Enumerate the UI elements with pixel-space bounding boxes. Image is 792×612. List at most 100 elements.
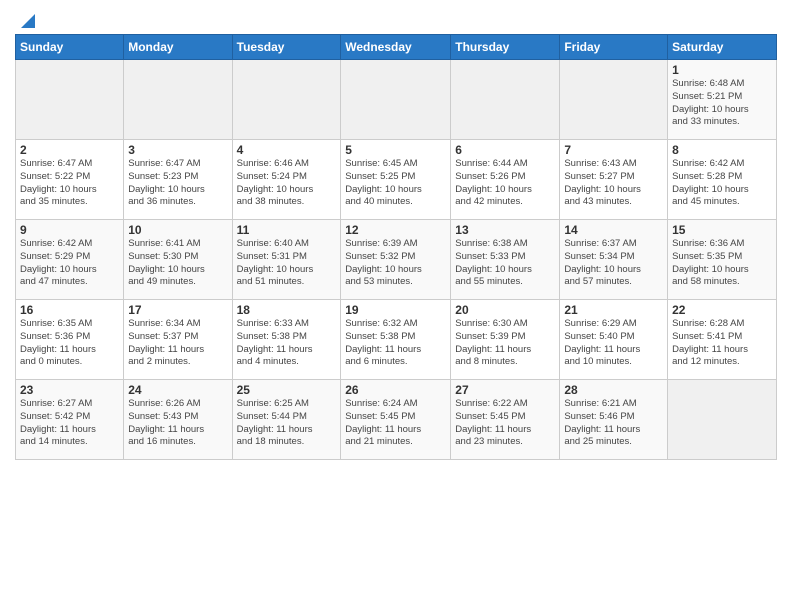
day-info: Sunrise: 6:47 AM Sunset: 5:22 PM Dayligh… [20, 158, 119, 209]
header [15, 10, 777, 30]
day-info: Sunrise: 6:26 AM Sunset: 5:43 PM Dayligh… [128, 398, 227, 449]
day-info: Sunrise: 6:32 AM Sunset: 5:38 PM Dayligh… [345, 318, 446, 369]
day-info: Sunrise: 6:45 AM Sunset: 5:25 PM Dayligh… [345, 158, 446, 209]
day-number: 15 [672, 223, 772, 237]
calendar-cell: 7Sunrise: 6:43 AM Sunset: 5:27 PM Daylig… [560, 140, 668, 220]
day-info: Sunrise: 6:34 AM Sunset: 5:37 PM Dayligh… [128, 318, 227, 369]
day-info: Sunrise: 6:44 AM Sunset: 5:26 PM Dayligh… [455, 158, 555, 209]
day-number: 17 [128, 303, 227, 317]
calendar-cell: 15Sunrise: 6:36 AM Sunset: 5:35 PM Dayli… [668, 220, 777, 300]
weekday-header-thursday: Thursday [451, 35, 560, 60]
calendar-cell: 22Sunrise: 6:28 AM Sunset: 5:41 PM Dayli… [668, 300, 777, 380]
day-number: 6 [455, 143, 555, 157]
day-info: Sunrise: 6:39 AM Sunset: 5:32 PM Dayligh… [345, 238, 446, 289]
day-number: 26 [345, 383, 446, 397]
day-info: Sunrise: 6:24 AM Sunset: 5:45 PM Dayligh… [345, 398, 446, 449]
calendar-cell: 21Sunrise: 6:29 AM Sunset: 5:40 PM Dayli… [560, 300, 668, 380]
calendar-cell: 1Sunrise: 6:48 AM Sunset: 5:21 PM Daylig… [668, 60, 777, 140]
calendar-cell: 2Sunrise: 6:47 AM Sunset: 5:22 PM Daylig… [16, 140, 124, 220]
calendar-cell [560, 60, 668, 140]
calendar-cell: 24Sunrise: 6:26 AM Sunset: 5:43 PM Dayli… [124, 380, 232, 460]
calendar-cell: 23Sunrise: 6:27 AM Sunset: 5:42 PM Dayli… [16, 380, 124, 460]
day-number: 11 [237, 223, 337, 237]
calendar-cell: 3Sunrise: 6:47 AM Sunset: 5:23 PM Daylig… [124, 140, 232, 220]
day-number: 23 [20, 383, 119, 397]
calendar-cell: 20Sunrise: 6:30 AM Sunset: 5:39 PM Dayli… [451, 300, 560, 380]
day-info: Sunrise: 6:27 AM Sunset: 5:42 PM Dayligh… [20, 398, 119, 449]
day-info: Sunrise: 6:30 AM Sunset: 5:39 PM Dayligh… [455, 318, 555, 369]
day-info: Sunrise: 6:22 AM Sunset: 5:45 PM Dayligh… [455, 398, 555, 449]
weekday-header-friday: Friday [560, 35, 668, 60]
week-row-3: 9Sunrise: 6:42 AM Sunset: 5:29 PM Daylig… [16, 220, 777, 300]
calendar-cell [232, 60, 341, 140]
calendar-page: SundayMondayTuesdayWednesdayThursdayFrid… [0, 0, 792, 470]
calendar-cell: 25Sunrise: 6:25 AM Sunset: 5:44 PM Dayli… [232, 380, 341, 460]
calendar-cell: 13Sunrise: 6:38 AM Sunset: 5:33 PM Dayli… [451, 220, 560, 300]
calendar-cell [668, 380, 777, 460]
day-info: Sunrise: 6:48 AM Sunset: 5:21 PM Dayligh… [672, 78, 772, 129]
day-number: 20 [455, 303, 555, 317]
day-info: Sunrise: 6:43 AM Sunset: 5:27 PM Dayligh… [564, 158, 663, 209]
day-info: Sunrise: 6:40 AM Sunset: 5:31 PM Dayligh… [237, 238, 337, 289]
day-number: 14 [564, 223, 663, 237]
calendar-cell: 4Sunrise: 6:46 AM Sunset: 5:24 PM Daylig… [232, 140, 341, 220]
week-row-1: 1Sunrise: 6:48 AM Sunset: 5:21 PM Daylig… [16, 60, 777, 140]
day-number: 28 [564, 383, 663, 397]
day-info: Sunrise: 6:33 AM Sunset: 5:38 PM Dayligh… [237, 318, 337, 369]
day-number: 12 [345, 223, 446, 237]
day-number: 7 [564, 143, 663, 157]
day-info: Sunrise: 6:37 AM Sunset: 5:34 PM Dayligh… [564, 238, 663, 289]
day-number: 4 [237, 143, 337, 157]
calendar-cell: 18Sunrise: 6:33 AM Sunset: 5:38 PM Dayli… [232, 300, 341, 380]
day-number: 16 [20, 303, 119, 317]
day-info: Sunrise: 6:25 AM Sunset: 5:44 PM Dayligh… [237, 398, 337, 449]
calendar-cell [451, 60, 560, 140]
day-info: Sunrise: 6:36 AM Sunset: 5:35 PM Dayligh… [672, 238, 772, 289]
week-row-4: 16Sunrise: 6:35 AM Sunset: 5:36 PM Dayli… [16, 300, 777, 380]
calendar-cell: 10Sunrise: 6:41 AM Sunset: 5:30 PM Dayli… [124, 220, 232, 300]
day-number: 9 [20, 223, 119, 237]
calendar-cell: 16Sunrise: 6:35 AM Sunset: 5:36 PM Dayli… [16, 300, 124, 380]
day-info: Sunrise: 6:42 AM Sunset: 5:28 PM Dayligh… [672, 158, 772, 209]
day-number: 18 [237, 303, 337, 317]
day-info: Sunrise: 6:35 AM Sunset: 5:36 PM Dayligh… [20, 318, 119, 369]
logo [15, 14, 35, 30]
weekday-header-row: SundayMondayTuesdayWednesdayThursdayFrid… [16, 35, 777, 60]
calendar-cell: 9Sunrise: 6:42 AM Sunset: 5:29 PM Daylig… [16, 220, 124, 300]
day-number: 2 [20, 143, 119, 157]
calendar-cell: 28Sunrise: 6:21 AM Sunset: 5:46 PM Dayli… [560, 380, 668, 460]
calendar-cell: 11Sunrise: 6:40 AM Sunset: 5:31 PM Dayli… [232, 220, 341, 300]
day-info: Sunrise: 6:47 AM Sunset: 5:23 PM Dayligh… [128, 158, 227, 209]
calendar-cell: 27Sunrise: 6:22 AM Sunset: 5:45 PM Dayli… [451, 380, 560, 460]
calendar-cell [124, 60, 232, 140]
weekday-header-saturday: Saturday [668, 35, 777, 60]
day-info: Sunrise: 6:46 AM Sunset: 5:24 PM Dayligh… [237, 158, 337, 209]
calendar-cell: 19Sunrise: 6:32 AM Sunset: 5:38 PM Dayli… [341, 300, 451, 380]
calendar-cell: 12Sunrise: 6:39 AM Sunset: 5:32 PM Dayli… [341, 220, 451, 300]
day-number: 27 [455, 383, 555, 397]
calendar-cell: 14Sunrise: 6:37 AM Sunset: 5:34 PM Dayli… [560, 220, 668, 300]
day-info: Sunrise: 6:42 AM Sunset: 5:29 PM Dayligh… [20, 238, 119, 289]
calendar-cell: 6Sunrise: 6:44 AM Sunset: 5:26 PM Daylig… [451, 140, 560, 220]
day-number: 1 [672, 63, 772, 77]
calendar-cell: 17Sunrise: 6:34 AM Sunset: 5:37 PM Dayli… [124, 300, 232, 380]
day-number: 8 [672, 143, 772, 157]
day-number: 13 [455, 223, 555, 237]
weekday-header-wednesday: Wednesday [341, 35, 451, 60]
calendar-cell: 5Sunrise: 6:45 AM Sunset: 5:25 PM Daylig… [341, 140, 451, 220]
calendar-table: SundayMondayTuesdayWednesdayThursdayFrid… [15, 34, 777, 460]
day-number: 22 [672, 303, 772, 317]
day-info: Sunrise: 6:41 AM Sunset: 5:30 PM Dayligh… [128, 238, 227, 289]
logo-icon [17, 12, 35, 30]
weekday-header-monday: Monday [124, 35, 232, 60]
calendar-cell: 8Sunrise: 6:42 AM Sunset: 5:28 PM Daylig… [668, 140, 777, 220]
day-number: 21 [564, 303, 663, 317]
weekday-header-sunday: Sunday [16, 35, 124, 60]
day-info: Sunrise: 6:21 AM Sunset: 5:46 PM Dayligh… [564, 398, 663, 449]
day-info: Sunrise: 6:28 AM Sunset: 5:41 PM Dayligh… [672, 318, 772, 369]
day-number: 19 [345, 303, 446, 317]
day-info: Sunrise: 6:38 AM Sunset: 5:33 PM Dayligh… [455, 238, 555, 289]
week-row-5: 23Sunrise: 6:27 AM Sunset: 5:42 PM Dayli… [16, 380, 777, 460]
calendar-cell: 26Sunrise: 6:24 AM Sunset: 5:45 PM Dayli… [341, 380, 451, 460]
day-number: 24 [128, 383, 227, 397]
